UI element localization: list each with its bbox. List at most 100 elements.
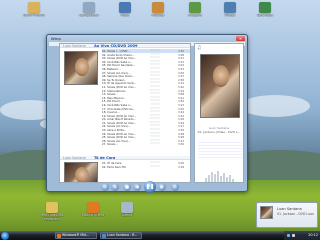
folder-icon — [87, 202, 99, 213]
desktop-icon-label: Vídeos — [224, 14, 236, 17]
cloud — [240, 95, 310, 117]
rating-stars[interactable]: ☆☆☆☆☆ — [150, 139, 160, 142]
shuffle-icon[interactable]: ⤮ — [101, 183, 109, 191]
app-icon — [57, 234, 61, 238]
rating-stars[interactable]: ☆☆☆☆☆ — [150, 56, 160, 59]
cover-face — [213, 65, 229, 87]
rating-stars[interactable]: ☆☆☆☆☆ — [150, 124, 160, 127]
track-duration: 3:30 — [178, 142, 185, 147]
desktop-icon[interactable]: Download — [252, 2, 278, 18]
rating-stars[interactable]: ☆☆☆☆☆ — [150, 60, 160, 63]
taskbar-button[interactable]: Windows® Mid... — [55, 232, 97, 239]
toast-track: 01. Jackson - DVD Luan — [277, 212, 315, 216]
desktop-icon-label: Computador — [79, 14, 99, 17]
desktop-icon[interactable]: Edinir Pereira — [21, 2, 47, 18]
album-cover[interactable] — [64, 51, 98, 85]
taskbar-button-label: Luan Santana - R... — [107, 233, 138, 237]
rating-stars[interactable]: ☆☆☆☆☆ — [150, 53, 160, 56]
network-icon[interactable] — [287, 233, 290, 237]
now-playing-pane: ♫ Luan Santana 01. Jackson (Vídeo - DVD … — [194, 43, 244, 183]
rating-stars[interactable]: ☆☆☆☆☆ — [150, 96, 160, 99]
rating-stars[interactable]: ☆☆☆☆☆ — [150, 85, 160, 88]
rating-stars[interactable]: ☆☆☆☆☆ — [150, 81, 160, 84]
list-item[interactable] — [198, 155, 242, 158]
stop-icon[interactable]: ■ — [123, 183, 131, 191]
volume-icon[interactable]: ♪ — [171, 183, 179, 191]
desktop-icon[interactable]: Meus arquivos recebidos — [37, 202, 67, 221]
rating-stars[interactable]: ☆☆☆☆☆ — [150, 135, 160, 138]
clock[interactable]: 20:12 — [308, 233, 318, 237]
visualizer — [205, 170, 235, 182]
album-title[interactable]: Ao Vivo CD/DVD 2009 — [94, 44, 137, 48]
album-header: Luan Santana Ao Vivo CD/DVD 2009 — [60, 44, 190, 48]
folder-icon — [224, 2, 236, 13]
music-note-icon[interactable]: ♫ — [197, 45, 201, 51]
album-artist-2: Luan Santana — [63, 156, 86, 160]
rating-stars[interactable]: ☆☆☆☆☆ — [150, 71, 160, 74]
system-tray: 20:12 — [284, 231, 320, 240]
rating-stars[interactable]: ☆☆☆☆☆ — [150, 132, 160, 135]
track-row[interactable]: 27. Sinais... ☆☆☆☆☆ 3:30 — [102, 142, 190, 146]
rating-stars[interactable]: ☆☆☆☆☆ — [150, 67, 160, 70]
start-button[interactable] — [1, 231, 9, 240]
cover-face — [75, 167, 89, 182]
rating-stars[interactable]: ☆☆☆☆☆ — [150, 99, 160, 102]
rating-stars[interactable]: ☆☆☆☆☆ — [150, 117, 160, 120]
taskbar: Windows® Mid... Luan Santana - R... 20:12 — [0, 231, 320, 240]
track-row[interactable]: 02. Farra Sem Fim ☆☆☆☆☆ 3:18 — [102, 165, 190, 169]
desktop-icon[interactable]: Vídeos — [217, 2, 243, 18]
rating-stars[interactable]: ☆☆☆☆☆ — [150, 165, 160, 168]
rating-stars[interactable]: ☆☆☆☆☆ — [150, 63, 160, 66]
rating-stars[interactable]: ☆☆☆☆☆ — [150, 89, 160, 92]
track-name: 02. Farra Sem Fim — [102, 164, 127, 169]
window-titlebar[interactable]: Wmp × — [47, 35, 247, 42]
desktop-icon-label: Edinir Pereira — [23, 14, 45, 17]
rating-stars[interactable]: ☆☆☆☆☆ — [150, 103, 160, 106]
cover-face — [75, 58, 89, 76]
repeat-icon[interactable]: ↻ — [111, 183, 119, 191]
previous-icon[interactable]: ◀ — [133, 183, 141, 191]
window-title: Wmp — [51, 36, 61, 41]
rating-stars[interactable]: ☆☆☆☆☆ — [150, 49, 160, 52]
now-playing-list — [198, 140, 242, 158]
rating-stars[interactable]: ☆☆☆☆☆ — [150, 107, 160, 110]
toast-thumbnail — [260, 206, 273, 219]
desktop-icon[interactable]: Músicas — [145, 2, 171, 18]
rating-stars[interactable]: ☆☆☆☆☆ — [150, 121, 160, 124]
rating-stars[interactable]: ☆☆☆☆☆ — [150, 78, 160, 81]
folder-icon — [119, 2, 131, 13]
pause-icon[interactable]: ❚❚ — [144, 181, 156, 193]
desktop-icon-label: Imagens — [188, 14, 202, 17]
desktop-icon[interactable]: Mozilla Firefox — [78, 202, 108, 218]
folder-icon — [28, 2, 40, 13]
folder-icon — [259, 2, 271, 13]
folder-icon — [152, 2, 164, 13]
desktop-icon-label: Lixeira — [121, 214, 133, 217]
track-name: 27. Sinais... — [102, 142, 118, 147]
desktop-icon[interactable]: Computador — [76, 2, 102, 18]
app-icon — [102, 234, 106, 238]
volume-tray-icon[interactable] — [292, 233, 295, 237]
next-icon[interactable]: ▶ — [158, 183, 166, 191]
close-button[interactable]: × — [236, 35, 245, 41]
desktop-icon[interactable]: Rede — [112, 2, 138, 18]
track-list-2: 01. Tô de Cara ☆☆☆☆☆ 3:00 02. Farra Sem Fim… — [102, 161, 190, 169]
rating-stars[interactable]: ☆☆☆☆☆ — [150, 92, 160, 95]
track-list: 01. Sinais (...) DVD... ☆☆☆☆☆ 3:20 02. Aind… — [102, 49, 190, 146]
desktop-icon[interactable]: Imagens — [182, 2, 208, 18]
album-cover-2[interactable] — [64, 162, 98, 182]
now-playing-toast[interactable]: Luan Santana 01. Jackson - DVD Luan — [256, 202, 318, 228]
rating-stars[interactable]: ☆☆☆☆☆ — [150, 110, 160, 113]
album-header-2: Luan Santana Tô de Cara — [60, 156, 190, 160]
folder-icon — [121, 202, 133, 213]
taskbar-button-label: Windows® Mid... — [62, 233, 90, 237]
rating-stars[interactable]: ☆☆☆☆☆ — [150, 114, 160, 117]
taskbar-button[interactable]: Luan Santana - R... — [100, 232, 142, 239]
rating-stars[interactable]: ☆☆☆☆☆ — [150, 128, 160, 131]
rating-stars[interactable]: ☆☆☆☆☆ — [150, 74, 160, 77]
album-title-2[interactable]: Tô de Cara — [94, 156, 115, 160]
media-player-window[interactable]: Wmp × Luan Santana Ao Vivo CD/DVD 2009 0… — [46, 34, 248, 193]
rating-stars[interactable]: ☆☆☆☆☆ — [150, 142, 160, 145]
desktop-icon[interactable]: Lixeira — [112, 202, 142, 218]
rating-stars[interactable]: ☆☆☆☆☆ — [150, 161, 160, 164]
